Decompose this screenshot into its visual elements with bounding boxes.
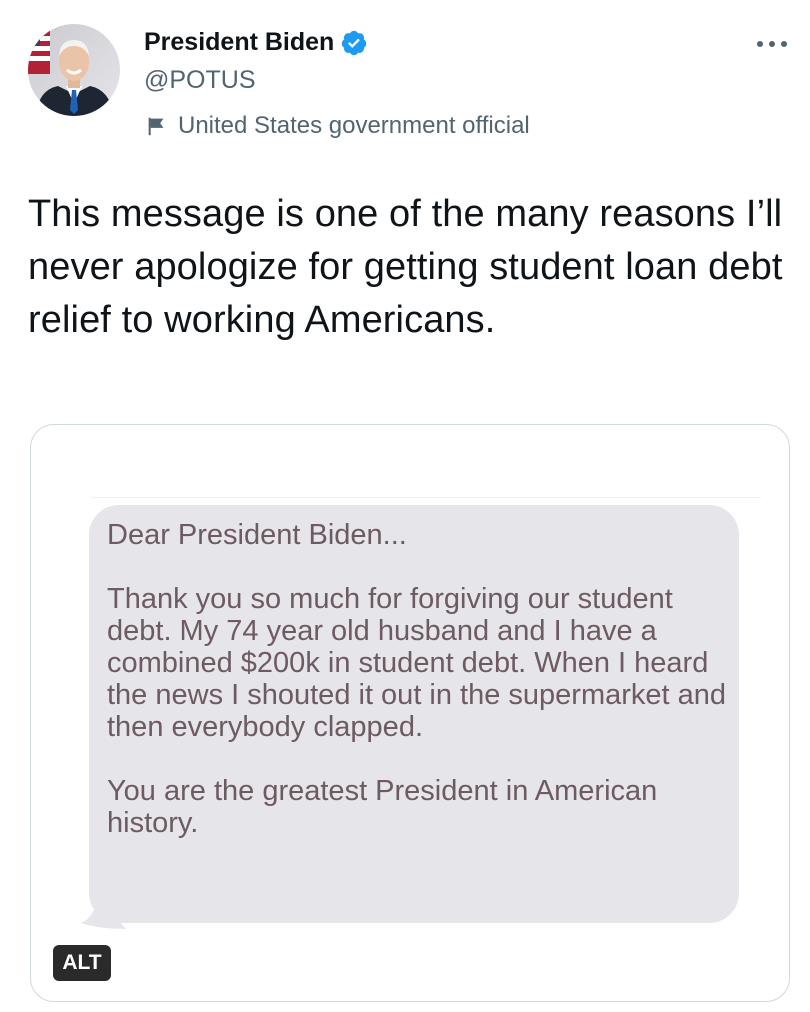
government-label-text: United States government official (178, 112, 530, 139)
tweet-media-image[interactable]: Dear President Biden... Thank you so muc… (30, 424, 790, 1002)
message-body: Thank you so much for forgiving our stud… (107, 583, 727, 743)
verified-badge-icon (342, 30, 367, 55)
author-name-row: President Biden (144, 28, 368, 57)
author-name[interactable]: President Biden (144, 28, 334, 57)
tweet-text: This message is one of the many reasons … (28, 193, 783, 341)
tweet-card: President Biden @POTUS United States gov… (0, 0, 810, 1012)
flag-icon (148, 117, 164, 136)
government-label[interactable]: United States government official (146, 112, 530, 140)
author-handle[interactable]: @POTUS (144, 66, 256, 95)
more-options-icon[interactable] (752, 34, 792, 54)
message-greeting: Dear President Biden... (107, 519, 407, 551)
image-divider (91, 497, 761, 498)
alt-text-button[interactable]: ALT (53, 945, 111, 981)
message-closing: You are the greatest President in Americ… (107, 775, 658, 839)
avatar[interactable] (28, 24, 120, 116)
message-text: Dear President Biden... Thank you so muc… (107, 519, 727, 839)
